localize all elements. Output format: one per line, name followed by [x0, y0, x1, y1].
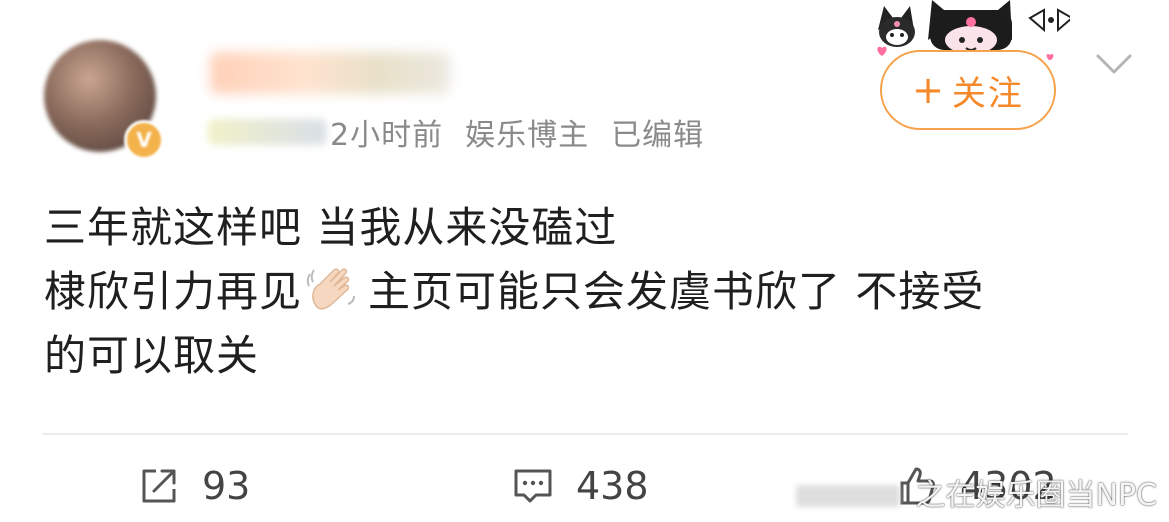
chevron-down-icon[interactable]	[1096, 50, 1132, 78]
post-text-line: 的可以取关	[44, 331, 260, 380]
kuromi-head-icon	[878, 6, 915, 47]
edited-label[interactable]: 已编辑	[611, 110, 704, 154]
post-text-segment: 主页可能只会发虞书欣了 不接受	[368, 267, 985, 316]
divider	[42, 433, 1128, 435]
username-blurred[interactable]	[210, 52, 450, 94]
follow-button[interactable]: + 关注	[880, 50, 1056, 130]
comment-count: 438	[576, 464, 649, 508]
repost-icon	[142, 469, 176, 503]
post-time: 2小时前	[330, 118, 444, 153]
follow-label: 关注	[951, 73, 1024, 114]
comment-icon	[514, 469, 552, 503]
heart-icon	[1046, 53, 1054, 60]
author-category: 娱乐博主	[465, 118, 590, 153]
kuromi-main-icon	[928, 0, 1012, 54]
watermark-text: 之在娱乐圈当NPC	[915, 478, 1158, 513]
plus-icon: +	[912, 68, 946, 112]
repost-button[interactable]: 93	[138, 458, 250, 514]
watermark-blurred-prefix	[796, 485, 900, 507]
blurred-meta-prefix	[208, 119, 326, 145]
post-meta: 2小时前 娱乐博主 已编辑	[208, 110, 704, 154]
post-text-line: 三年就这样吧 当我从来没磕过	[44, 203, 618, 252]
repost-count: 93	[202, 464, 251, 508]
bow-icon	[1028, 8, 1070, 33]
heart-icon	[877, 46, 887, 56]
waving-hand-icon	[306, 268, 356, 310]
watermark: 之在娱乐圈当NPC	[796, 470, 1157, 514]
comment-button[interactable]: 438	[512, 458, 649, 514]
post-content: 三年就这样吧 当我从来没磕过 棣欣引力再见 主页可能只会发虞书欣了 不接受 的可…	[44, 196, 1124, 388]
post-text-segment: 棣欣引力再见	[44, 267, 303, 316]
post-text-line: 棣欣引力再见 主页可能只会发虞书欣了 不接受	[44, 260, 1124, 324]
weibo-post-card: V 2小时前 娱乐博主 已编辑 + 关注 三年就这样吧 当我从来没磕过 棣欣引力…	[0, 0, 1169, 522]
verified-badge-icon: V	[124, 120, 164, 160]
